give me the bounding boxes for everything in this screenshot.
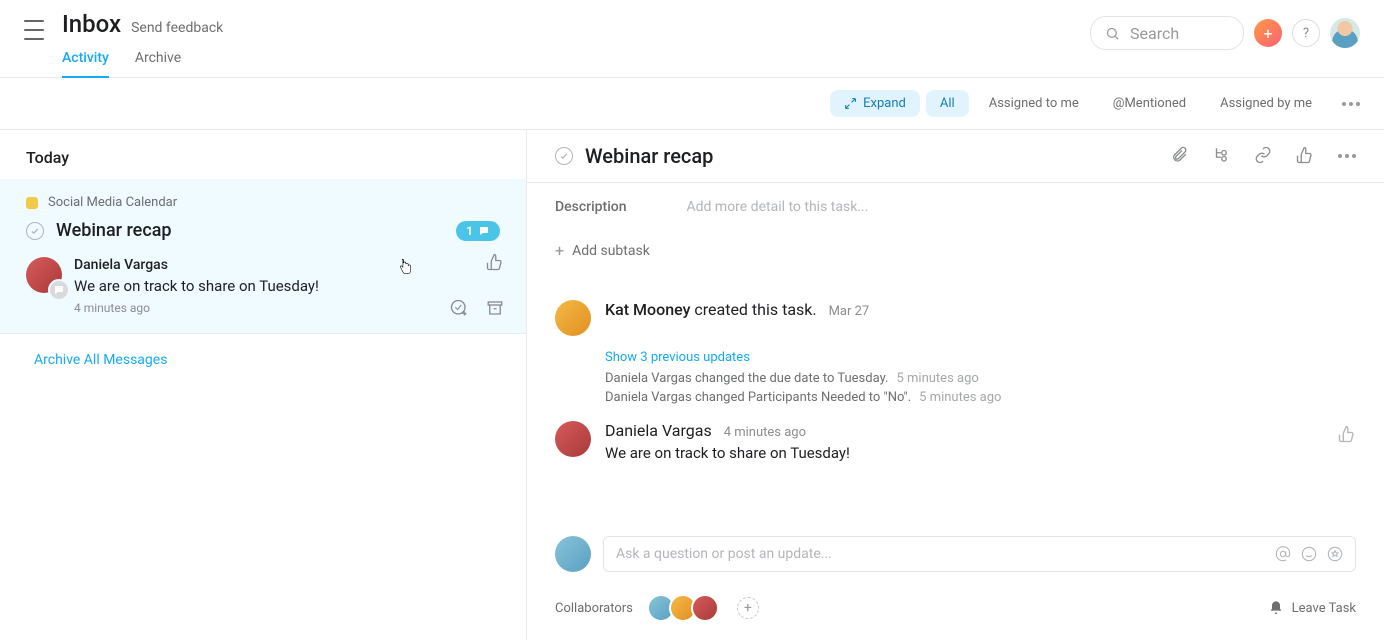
leave-task-button[interactable]: Leave Task — [1268, 600, 1356, 616]
comment-icon — [478, 225, 490, 237]
comment-body: We are on track to share on Tuesday! — [605, 444, 850, 462]
subtask-icon — [1212, 146, 1230, 164]
add-collaborator-button[interactable]: + — [737, 597, 759, 619]
search-input[interactable]: Search — [1090, 16, 1244, 50]
user-avatar[interactable] — [1330, 18, 1360, 48]
comment-type-icon — [48, 279, 70, 301]
like-button[interactable] — [486, 253, 506, 273]
comment-count-badge: 1 — [456, 221, 500, 241]
copy-link-button[interactable] — [1254, 146, 1274, 166]
archive-all-link[interactable]: Archive All Messages — [0, 334, 526, 386]
change-entry: Daniela Vargas changed Participants Need… — [605, 390, 1356, 405]
expand-label: Expand — [863, 96, 906, 111]
section-today: Today — [0, 130, 526, 179]
thumbs-up-icon — [1296, 146, 1314, 164]
plus-icon: + — [555, 241, 564, 260]
search-icon — [1105, 26, 1120, 41]
thumbs-up-icon — [486, 253, 504, 271]
detail-complete-toggle[interactable] — [555, 147, 573, 165]
paperclip-icon — [1170, 146, 1188, 164]
detail-task-title: Webinar recap — [585, 144, 713, 168]
complete-toggle[interactable] — [26, 222, 44, 240]
add-subtask-label: Add subtask — [572, 243, 650, 259]
comment-time: 4 minutes ago — [724, 425, 806, 440]
star-button[interactable] — [1327, 546, 1343, 562]
emoji-button[interactable] — [1301, 546, 1317, 562]
archive-button[interactable] — [486, 299, 506, 319]
change-text: changed the due date to Tuesday. — [692, 371, 889, 386]
task-more-button[interactable] — [1338, 154, 1356, 158]
check-icon — [30, 226, 40, 236]
like-task-button[interactable] — [1296, 146, 1316, 166]
expand-button[interactable]: Expand — [830, 90, 920, 117]
change-author: Daniela Vargas — [605, 371, 692, 386]
comment-count: 1 — [466, 224, 473, 238]
tab-activity[interactable]: Activity — [62, 50, 109, 78]
check-icon — [559, 151, 569, 161]
subtask-button[interactable] — [1212, 146, 1232, 166]
attachment-button[interactable] — [1170, 146, 1190, 166]
change-time: 5 minutes ago — [896, 371, 978, 386]
comment-avatar — [555, 421, 591, 457]
send-feedback-link[interactable]: Send feedback — [131, 20, 223, 36]
description-field[interactable]: Add more detail to this task... — [687, 199, 869, 215]
task-title: Webinar recap — [56, 220, 172, 241]
project-color — [26, 197, 38, 209]
help-button[interactable]: ? — [1292, 19, 1320, 47]
creator-action: created this task. — [690, 300, 816, 319]
project-name: Social Media Calendar — [48, 195, 177, 210]
comment-author: Daniela Vargas — [605, 421, 712, 440]
filter-mentioned[interactable]: @Mentioned — [1099, 90, 1200, 117]
creator-name: Kat Mooney — [605, 300, 690, 319]
more-filters-button[interactable] — [1342, 102, 1360, 106]
tab-archive[interactable]: Archive — [135, 50, 181, 78]
leave-task-label: Leave Task — [1292, 601, 1356, 616]
at-icon — [1275, 546, 1291, 562]
filter-all[interactable]: All — [926, 90, 969, 117]
description-label: Description — [555, 199, 627, 215]
change-author: Daniela Vargas — [605, 390, 692, 405]
filter-assigned-by-me[interactable]: Assigned by me — [1206, 90, 1326, 117]
comment-time: 4 minutes ago — [74, 301, 319, 315]
menu-toggle[interactable] — [24, 20, 44, 40]
task-add-icon — [450, 299, 468, 317]
mention-button[interactable] — [1275, 546, 1291, 562]
comment-text: We are on track to share on Tuesday! — [74, 277, 319, 295]
creator-avatar — [555, 300, 591, 336]
create-followup-button[interactable] — [450, 299, 470, 319]
bell-icon — [1268, 600, 1284, 616]
expand-icon — [844, 97, 857, 110]
add-button[interactable]: + — [1254, 19, 1282, 47]
emoji-icon — [1301, 546, 1317, 562]
comment-placeholder: Ask a question or post an update... — [616, 546, 832, 562]
inbox-card[interactable]: Social Media Calendar Webinar recap 1 — [0, 179, 526, 334]
like-comment-button[interactable] — [1338, 425, 1356, 462]
comment-author: Daniela Vargas — [74, 257, 319, 273]
my-avatar — [555, 536, 591, 572]
collaborator-avatar[interactable] — [691, 594, 719, 622]
link-icon — [1254, 146, 1272, 164]
page-title: Inbox — [62, 10, 121, 38]
search-placeholder: Search — [1130, 24, 1179, 43]
thumbs-up-icon — [1338, 425, 1356, 443]
change-time: 5 minutes ago — [919, 390, 1001, 405]
created-date: Mar 27 — [829, 304, 870, 319]
archive-icon — [486, 299, 504, 317]
show-previous-link[interactable]: Show 3 previous updates — [605, 350, 1356, 365]
comment-input[interactable]: Ask a question or post an update... — [603, 536, 1356, 572]
star-icon — [1327, 546, 1343, 562]
change-text: changed Participants Needed to "No". — [692, 390, 911, 405]
collaborators-label: Collaborators — [555, 601, 633, 616]
change-entry: Daniela Vargas changed the due date to T… — [605, 371, 1356, 386]
add-subtask-button[interactable]: + Add subtask — [527, 231, 1384, 284]
filter-assigned-to-me[interactable]: Assigned to me — [975, 90, 1093, 117]
